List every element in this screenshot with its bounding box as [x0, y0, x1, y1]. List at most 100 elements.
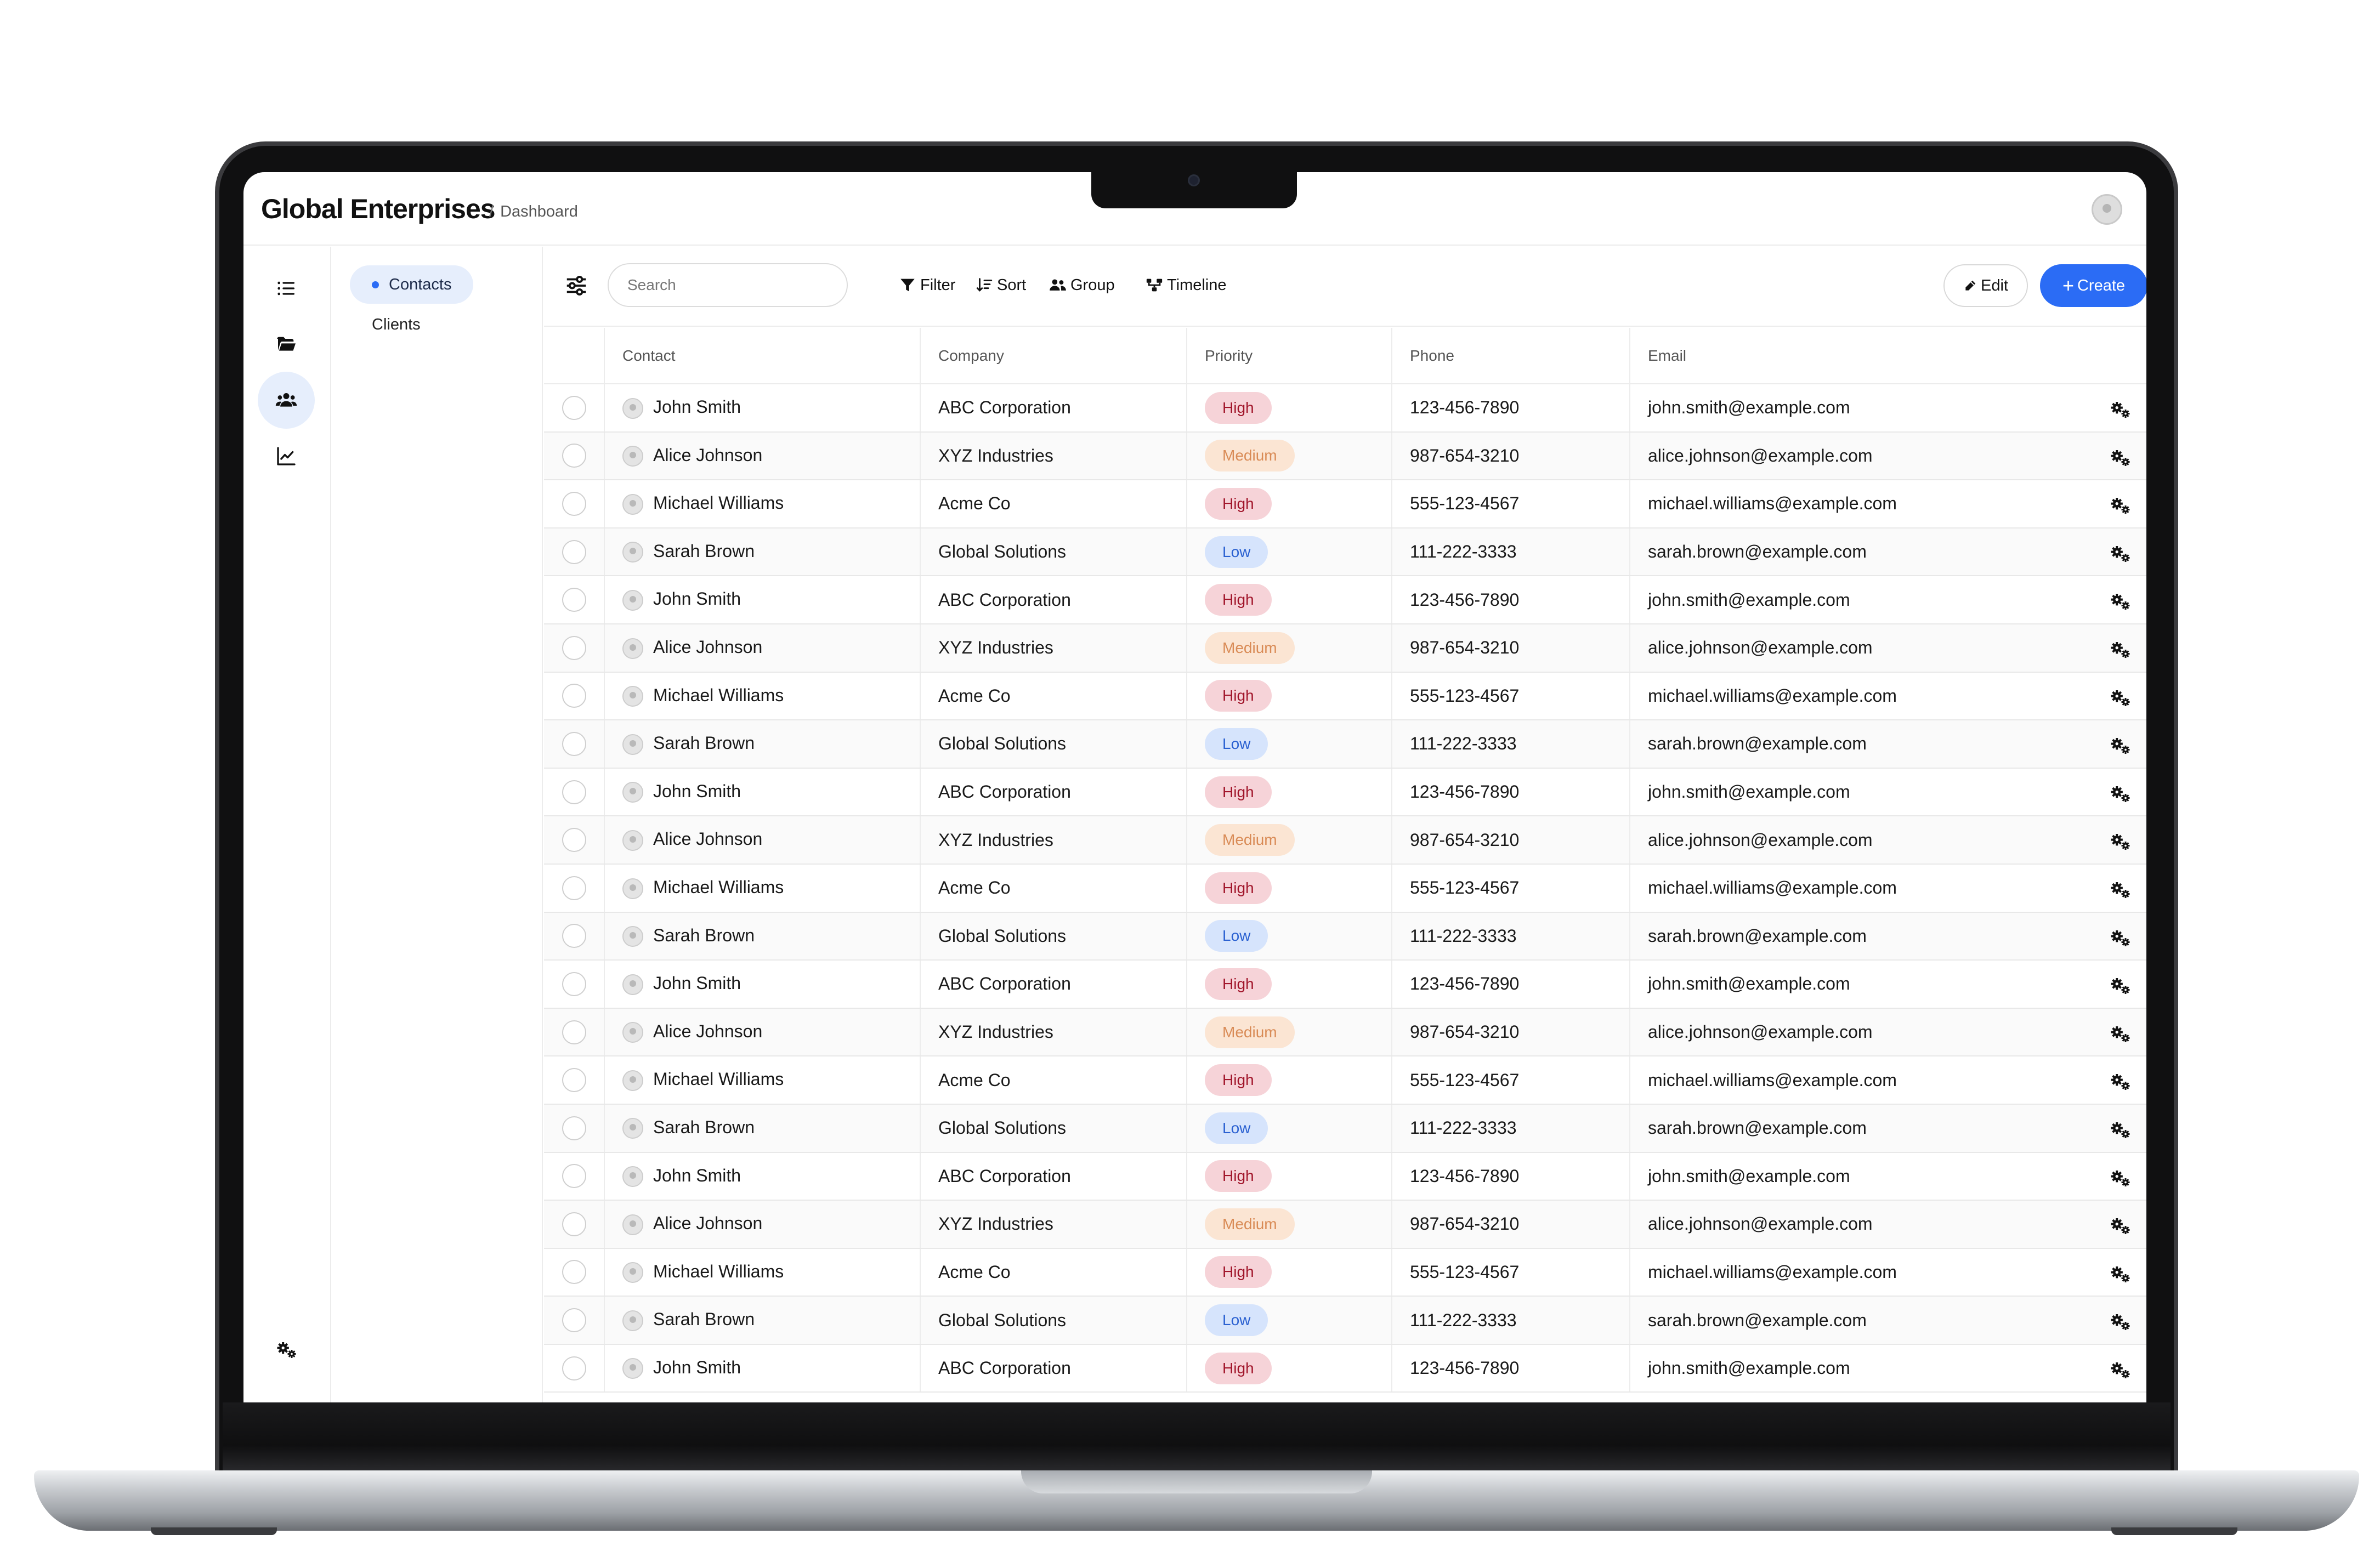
row-checkbox[interactable]	[562, 972, 586, 996]
row-settings-gears-icon[interactable]	[2109, 975, 2131, 997]
row-checkbox[interactable]	[562, 876, 586, 900]
contact-name[interactable]: John Smith	[653, 1357, 741, 1377]
contact-name[interactable]: Sarah Brown	[653, 733, 755, 753]
row-checkbox[interactable]	[562, 1164, 586, 1189]
edit-button[interactable]: Edit	[1943, 264, 2028, 307]
row-settings-gears-icon[interactable]	[2109, 447, 2131, 469]
table-row[interactable]: Michael Williams Acme Co High 555-123-4567 m…	[544, 480, 2146, 529]
rail-projects-button[interactable]	[258, 316, 315, 373]
row-settings-gears-icon[interactable]	[2109, 399, 2131, 421]
table-row[interactable]: Sarah Brown Global Solutions Low 111-222-33…	[544, 912, 2146, 961]
search-input[interactable]	[608, 263, 848, 307]
contact-name[interactable]: Michael Williams	[653, 1069, 784, 1089]
row-settings-gears-icon[interactable]	[2109, 543, 2131, 565]
table-row[interactable]: John Smith ABC Corporation High 123-456-789…	[544, 1152, 2146, 1201]
row-settings-gears-icon[interactable]	[2109, 1167, 2131, 1189]
column-header-priority[interactable]: Priority	[1187, 328, 1392, 384]
column-header-email[interactable]: Email	[1630, 328, 2146, 384]
table-row[interactable]: John Smith ABC Corporation High 123-456-789…	[544, 1344, 2146, 1393]
contact-name[interactable]: Alice Johnson	[653, 1213, 762, 1233]
contact-name[interactable]: John Smith	[653, 781, 741, 801]
row-checkbox[interactable]	[562, 1068, 586, 1093]
row-checkbox[interactable]	[562, 828, 586, 853]
row-checkbox[interactable]	[562, 731, 586, 756]
table-row[interactable]: Michael Williams Acme Co High 555-123-4567 m…	[544, 1248, 2146, 1297]
row-settings-gears-icon[interactable]	[2109, 927, 2131, 949]
table-row[interactable]: Alice Johnson XYZ Industries Medium 987-654…	[544, 1200, 2146, 1249]
sort-button[interactable]: Sort	[975, 270, 1026, 300]
row-checkbox[interactable]	[562, 395, 586, 420]
contact-name[interactable]: Alice Johnson	[653, 637, 762, 657]
row-checkbox[interactable]	[562, 684, 586, 708]
row-checkbox[interactable]	[562, 1260, 586, 1285]
breadcrumb-dashboard[interactable]: Dashboard	[500, 203, 578, 220]
row-settings-gears-icon[interactable]	[2109, 1263, 2131, 1285]
contact-name[interactable]: John Smith	[653, 1166, 741, 1185]
create-button[interactable]: + Create	[2040, 264, 2146, 307]
table-row[interactable]: John Smith ABC Corporation High 123-456-789…	[544, 768, 2146, 817]
contact-name[interactable]: Alice Johnson	[653, 1021, 762, 1041]
row-checkbox[interactable]	[562, 491, 586, 516]
contact-name[interactable]: Michael Williams	[653, 685, 784, 705]
table-row[interactable]: Alice Johnson XYZ Industries Medium 987-654…	[544, 1008, 2146, 1057]
timeline-button[interactable]: Timeline	[1145, 270, 1227, 300]
row-checkbox[interactable]	[562, 444, 586, 468]
row-checkbox[interactable]	[562, 924, 586, 948]
table-row[interactable]: Sarah Brown Global Solutions Low 111-222-33…	[544, 1296, 2146, 1345]
row-settings-gears-icon[interactable]	[2109, 831, 2131, 853]
table-row[interactable]: Michael Williams Acme Co High 555-123-4567 m…	[544, 1056, 2146, 1105]
contact-name[interactable]: Sarah Brown	[653, 925, 755, 945]
user-avatar[interactable]	[2092, 194, 2122, 225]
row-settings-gears-icon[interactable]	[2109, 495, 2131, 516]
column-header-phone[interactable]: Phone	[1392, 328, 1630, 384]
row-settings-gears-icon[interactable]	[2109, 1215, 2131, 1237]
contact-name[interactable]: John Smith	[653, 589, 741, 609]
row-settings-gears-icon[interactable]	[2109, 783, 2131, 805]
row-settings-gears-icon[interactable]	[2109, 590, 2131, 612]
row-checkbox[interactable]	[562, 1020, 586, 1044]
contact-name[interactable]: Michael Williams	[653, 877, 784, 897]
contact-name[interactable]: Sarah Brown	[653, 1117, 755, 1137]
filter-button[interactable]: Filter	[898, 270, 955, 300]
row-settings-gears-icon[interactable]	[2109, 639, 2131, 661]
row-settings-gears-icon[interactable]	[2109, 687, 2131, 709]
row-checkbox[interactable]	[562, 588, 586, 612]
row-settings-gears-icon[interactable]	[2109, 1119, 2131, 1141]
sidebar-item-contacts[interactable]: Contacts	[350, 265, 474, 304]
sliders-icon[interactable]	[564, 273, 589, 298]
row-settings-gears-icon[interactable]	[2109, 879, 2131, 901]
rail-settings-button[interactable]	[258, 1321, 315, 1378]
contact-name[interactable]: Sarah Brown	[653, 541, 755, 561]
table-row[interactable]: Michael Williams Acme Co High 555-123-4567 m…	[544, 863, 2146, 913]
row-settings-gears-icon[interactable]	[2109, 1359, 2131, 1381]
contact-name[interactable]: Sarah Brown	[653, 1309, 755, 1329]
group-button[interactable]: Group	[1049, 270, 1115, 300]
contact-name[interactable]: John Smith	[653, 397, 741, 417]
row-checkbox[interactable]	[562, 1356, 586, 1380]
row-settings-gears-icon[interactable]	[2109, 1071, 2131, 1093]
contact-name[interactable]: Michael Williams	[653, 1262, 784, 1281]
table-row[interactable]: Alice Johnson XYZ Industries Medium 987-654…	[544, 431, 2146, 481]
row-checkbox[interactable]	[562, 1116, 586, 1140]
row-settings-gears-icon[interactable]	[2109, 735, 2131, 757]
contact-name[interactable]: Alice Johnson	[653, 829, 762, 849]
column-header-contact[interactable]: Contact	[604, 328, 921, 384]
table-row[interactable]: Sarah Brown Global Solutions Low 111-222-33…	[544, 527, 2146, 577]
table-row[interactable]: John Smith ABC Corporation High 123-456-789…	[544, 576, 2146, 624]
row-checkbox[interactable]	[562, 539, 586, 564]
table-row[interactable]: Sarah Brown Global Solutions Low 111-222-33…	[544, 720, 2146, 769]
contact-name[interactable]: John Smith	[653, 973, 741, 993]
column-header-company[interactable]: Company	[920, 328, 1187, 384]
table-row[interactable]: Alice Johnson XYZ Industries Medium 987-654…	[544, 816, 2146, 865]
table-row[interactable]: Alice Johnson XYZ Industries Medium 987-654…	[544, 623, 2146, 673]
rail-analytics-button[interactable]	[258, 428, 315, 485]
sidebar-item-clients[interactable]: Clients	[372, 316, 421, 334]
row-checkbox[interactable]	[562, 635, 586, 660]
table-row[interactable]: John Smith ABC Corporation High 123-456-789…	[544, 384, 2146, 433]
row-checkbox[interactable]	[562, 1308, 586, 1333]
row-checkbox[interactable]	[562, 780, 586, 804]
row-checkbox[interactable]	[562, 1212, 586, 1236]
table-row[interactable]: Michael Williams Acme Co High 555-123-4567 m…	[544, 672, 2146, 721]
contact-name[interactable]: Alice Johnson	[653, 445, 762, 465]
row-settings-gears-icon[interactable]	[2109, 1311, 2131, 1333]
